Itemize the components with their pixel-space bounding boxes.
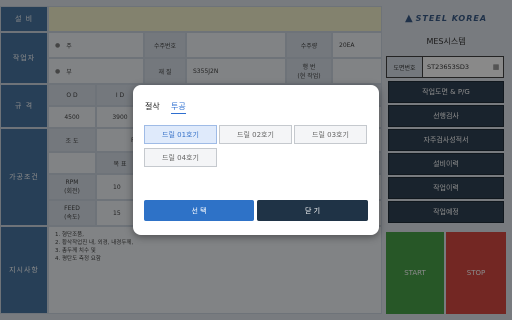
option-drill-04[interactable]: 드릴 04호기 [144, 148, 217, 167]
option-label: 드릴 01호기 [162, 130, 199, 139]
option-label: 드릴 04호기 [162, 153, 199, 162]
equipment-select-dialog: 절삭 투공 드릴 01호기 드릴 02호기 드릴 03호기 드릴 04호기 선 … [133, 85, 379, 235]
active-tab-underline [171, 113, 186, 114]
tab-cutting[interactable]: 절삭 [145, 101, 160, 112]
option-label: 드릴 03호기 [312, 130, 349, 139]
close-label: 닫 기 [304, 206, 321, 215]
select-button[interactable]: 선 택 [144, 200, 254, 221]
tab-label: 투공 [171, 102, 186, 111]
option-label: 드릴 02호기 [237, 130, 274, 139]
tab-label: 절삭 [145, 102, 160, 111]
option-drill-03[interactable]: 드릴 03호기 [294, 125, 367, 144]
option-drill-01[interactable]: 드릴 01호기 [144, 125, 217, 144]
close-button[interactable]: 닫 기 [257, 200, 368, 221]
tab-drilling[interactable]: 투공 [171, 101, 186, 114]
option-drill-02[interactable]: 드릴 02호기 [219, 125, 292, 144]
select-label: 선 택 [191, 206, 207, 215]
